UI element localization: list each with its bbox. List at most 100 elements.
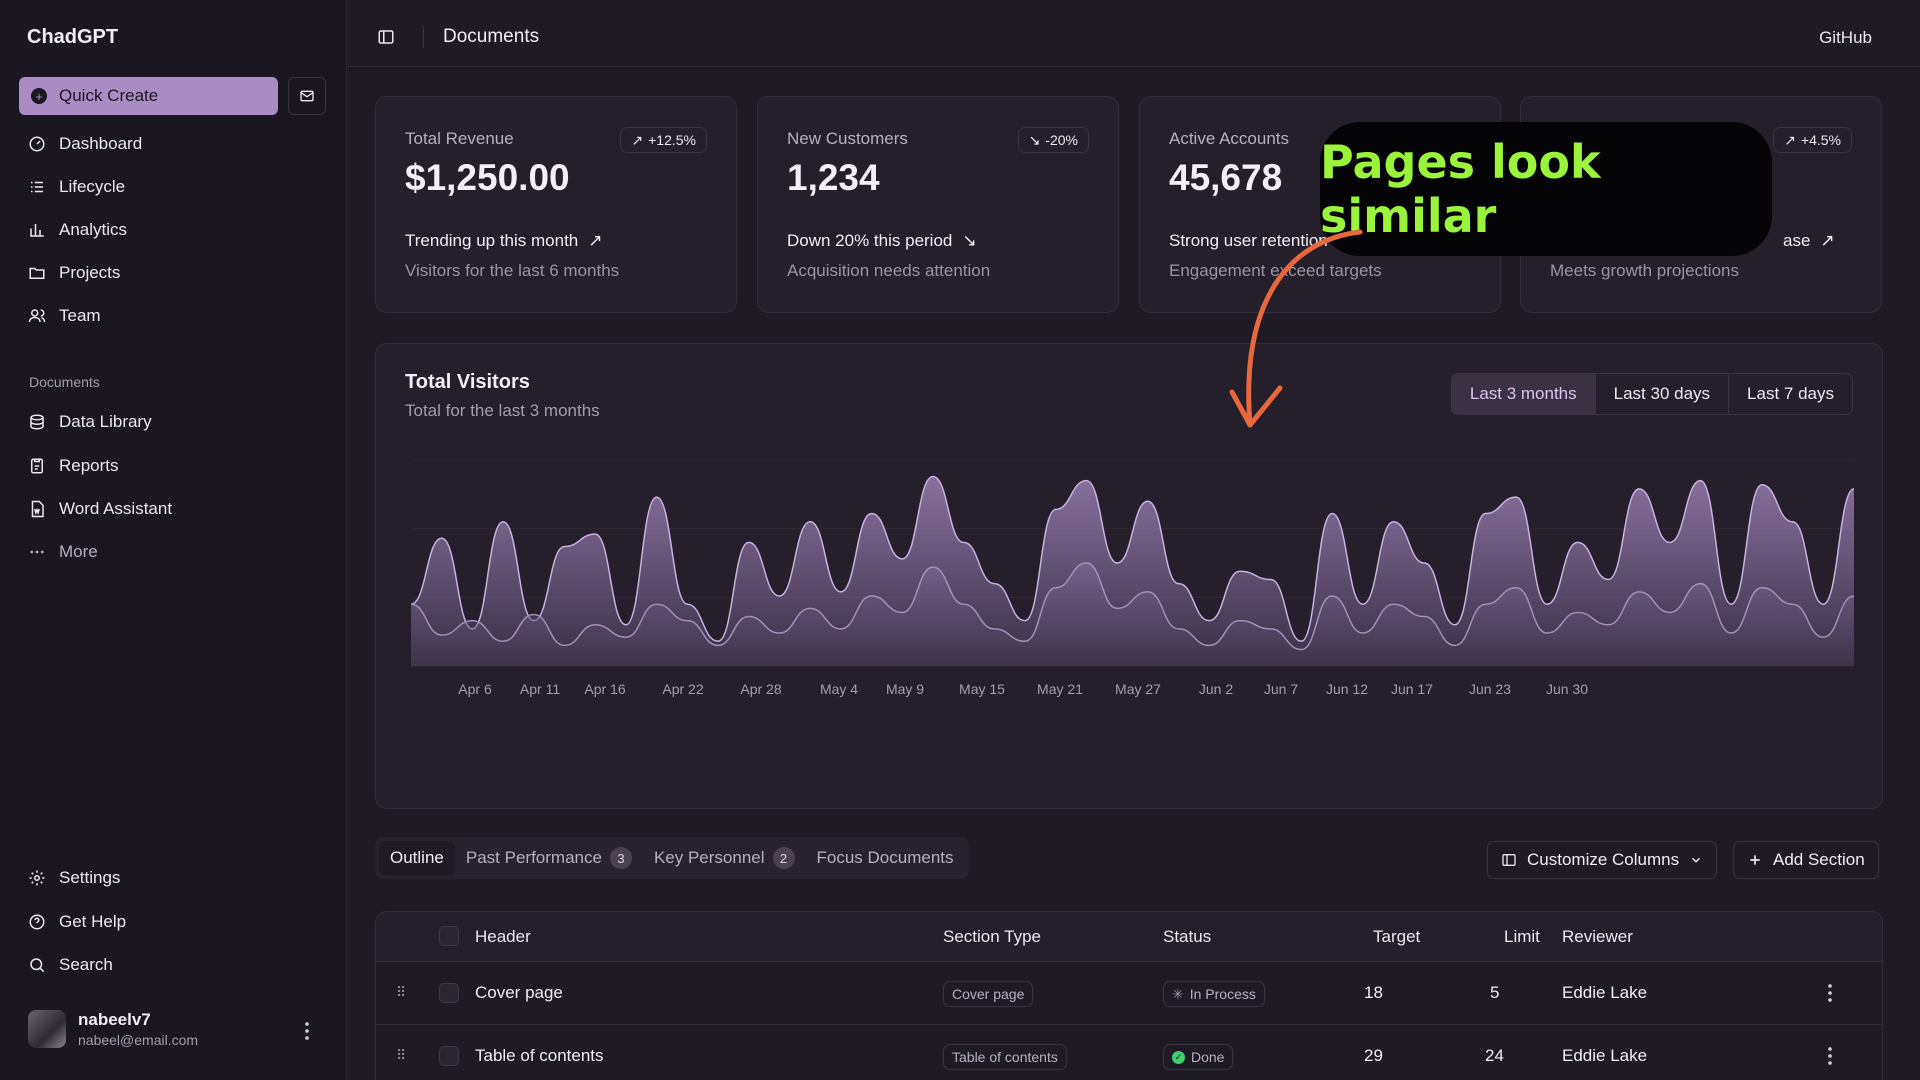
row-menu-icon[interactable] bbox=[1824, 1045, 1836, 1067]
sidebar-item-data-library[interactable]: Data Library bbox=[28, 410, 152, 434]
reviewer-name[interactable]: Eddie Lake bbox=[1562, 983, 1647, 1003]
card-label: Active Accounts bbox=[1169, 129, 1290, 148]
tab-focus-documents[interactable]: Focus Documents bbox=[806, 841, 965, 875]
range-last-30-days[interactable]: Last 30 days bbox=[1594, 374, 1728, 414]
sidebar-item-get-help[interactable]: Get Help bbox=[28, 910, 126, 934]
quick-create-button[interactable]: + Quick Create bbox=[19, 77, 278, 115]
column-header[interactable]: Header bbox=[475, 927, 531, 947]
more-horizontal-icon bbox=[30, 550, 44, 554]
tab-label: Past Performance bbox=[465, 848, 602, 867]
card-trend: Down 20% this period ↘ bbox=[787, 231, 977, 251]
row-header: Table of contents bbox=[475, 1046, 604, 1065]
help-icon bbox=[29, 914, 45, 930]
column-header[interactable]: Target bbox=[1373, 927, 1420, 947]
sidebar-item-label: Team bbox=[59, 306, 101, 325]
sidebar-item-search[interactable]: Search bbox=[28, 953, 113, 977]
users-icon bbox=[28, 309, 46, 323]
trend-badge: ↘ -20% bbox=[1017, 127, 1089, 153]
sidebar-item-label: Analytics bbox=[59, 220, 128, 239]
target-value[interactable]: 18 bbox=[1364, 983, 1383, 1003]
sidebar-item-settings[interactable]: Settings bbox=[28, 866, 120, 890]
x-tick-label: May 9 bbox=[886, 681, 924, 697]
column-header[interactable]: Limit bbox=[1504, 927, 1540, 947]
trend-badge: ↗ +12.5% bbox=[620, 127, 707, 153]
limit-value[interactable]: 5 bbox=[1490, 983, 1499, 1003]
kebab-menu-icon[interactable] bbox=[298, 1020, 316, 1042]
plus-circle-icon: + bbox=[31, 88, 47, 104]
report-icon bbox=[31, 458, 43, 474]
mail-icon bbox=[300, 90, 314, 102]
x-tick-label: Jun 30 bbox=[1546, 681, 1588, 697]
table-row: ⠿ Cover page Cover page ✳ In Process 18 5… bbox=[376, 962, 1882, 1025]
sidebar-item-label: More bbox=[59, 542, 98, 561]
card-subtitle: Meets growth projections bbox=[1550, 261, 1739, 280]
x-tick-label: Apr 6 bbox=[458, 681, 492, 697]
sidebar-item-team[interactable]: Team bbox=[28, 304, 101, 328]
section-type-badge: Table of contents bbox=[943, 1044, 1067, 1070]
x-tick-label: Jun 23 bbox=[1469, 681, 1511, 697]
add-section-label: Add Section bbox=[1773, 850, 1865, 869]
annotation-callout: Pages look similar bbox=[1320, 122, 1772, 256]
row-menu-icon[interactable] bbox=[1824, 982, 1836, 1004]
card-label: Total Revenue bbox=[405, 129, 514, 148]
x-tick-label: May 21 bbox=[1037, 681, 1083, 697]
user-profile[interactable]: nabeelv7 nabeel@email.com bbox=[28, 1010, 198, 1048]
badge-value: +4.5% bbox=[1800, 132, 1841, 148]
range-toggle: Last 3 months Last 30 days Last 7 days bbox=[1450, 373, 1853, 415]
sidebar-item-label: Projects bbox=[59, 263, 121, 282]
sidebar-item-label: Search bbox=[59, 955, 113, 974]
stat-card-new-customers: New Customers ↘ -20% 1,234 Down 20% this … bbox=[757, 96, 1119, 313]
annotation-text: Pages look similar bbox=[1320, 135, 1601, 243]
customize-columns-label: Customize Columns bbox=[1527, 850, 1680, 869]
bar-chart-icon bbox=[30, 224, 44, 237]
reviewer-name[interactable]: Eddie Lake bbox=[1562, 1046, 1647, 1066]
github-link[interactable]: GitHub bbox=[1819, 28, 1872, 48]
range-last-7-days[interactable]: Last 7 days bbox=[1728, 374, 1852, 414]
sidebar-item-reports[interactable]: Reports bbox=[28, 454, 119, 478]
tab-label: Key Personnel bbox=[653, 848, 765, 867]
sidebar-toggle-icon[interactable] bbox=[377, 28, 395, 46]
table-header-row: Header Section Type Status Target Limit … bbox=[376, 912, 1882, 962]
chevron-down-icon bbox=[1692, 857, 1701, 863]
sidebar-item-dashboard[interactable]: Dashboard bbox=[28, 132, 142, 156]
trend-text: Trending up this month bbox=[405, 231, 579, 250]
range-last-3-months[interactable]: Last 3 months bbox=[1451, 374, 1595, 414]
tab-past-performance[interactable]: Past Performance 3 bbox=[455, 841, 643, 875]
customize-columns-button[interactable]: Customize Columns bbox=[1487, 841, 1718, 879]
sidebar-item-word-assistant[interactable]: Word Assistant bbox=[28, 497, 172, 521]
tab-outline[interactable]: Outline bbox=[379, 841, 455, 875]
stat-card-total-revenue: Total Revenue ↗ +12.5% $1,250.00 Trending… bbox=[375, 96, 737, 313]
add-section-button[interactable]: Add Section bbox=[1733, 841, 1879, 879]
card-value: 45,678 bbox=[1169, 157, 1283, 198]
column-header[interactable]: Reviewer bbox=[1562, 927, 1633, 947]
column-header[interactable]: Section Type bbox=[943, 927, 1041, 947]
trend-up-icon: ↗ bbox=[631, 131, 644, 148]
row-checkbox[interactable] bbox=[439, 983, 459, 1003]
status-text: Done bbox=[1191, 1049, 1225, 1065]
user-name: nabeelv7 bbox=[78, 1010, 151, 1029]
limit-value[interactable]: 24 bbox=[1485, 1046, 1504, 1066]
drag-handle-icon[interactable]: ⠿ bbox=[396, 1047, 406, 1064]
annotation-arrow bbox=[1229, 229, 1363, 428]
row-checkbox[interactable] bbox=[439, 1046, 459, 1066]
chart-title: Total Visitors bbox=[405, 371, 530, 393]
sidebar-item-projects[interactable]: Projects bbox=[28, 261, 120, 285]
column-header[interactable]: Status bbox=[1163, 927, 1211, 947]
sidebar-item-more[interactable]: More bbox=[28, 540, 98, 564]
list-icon bbox=[31, 181, 43, 193]
target-value[interactable]: 29 bbox=[1364, 1046, 1383, 1066]
x-tick-label: Jun 17 bbox=[1391, 681, 1433, 697]
sidebar-item-lifecycle[interactable]: Lifecycle bbox=[28, 175, 125, 199]
card-value: $1,250.00 bbox=[405, 157, 570, 198]
tab-label: Focus Documents bbox=[816, 848, 954, 867]
x-tick-label: May 27 bbox=[1115, 681, 1161, 697]
sidebar-item-label: Dashboard bbox=[59, 134, 143, 153]
select-all-checkbox[interactable] bbox=[439, 926, 459, 946]
inbox-button[interactable] bbox=[288, 77, 326, 115]
tab-key-personnel[interactable]: Key Personnel 2 bbox=[643, 841, 806, 875]
table-row: ⠿ Table of contents Table of contents ✓ D… bbox=[376, 1025, 1882, 1080]
loader-icon: ✳ bbox=[1172, 985, 1184, 1002]
drag-handle-icon[interactable]: ⠿ bbox=[396, 984, 406, 1001]
sidebar-item-analytics[interactable]: Analytics bbox=[28, 218, 127, 242]
trend-badge: ↗ +4.5% bbox=[1773, 127, 1852, 153]
